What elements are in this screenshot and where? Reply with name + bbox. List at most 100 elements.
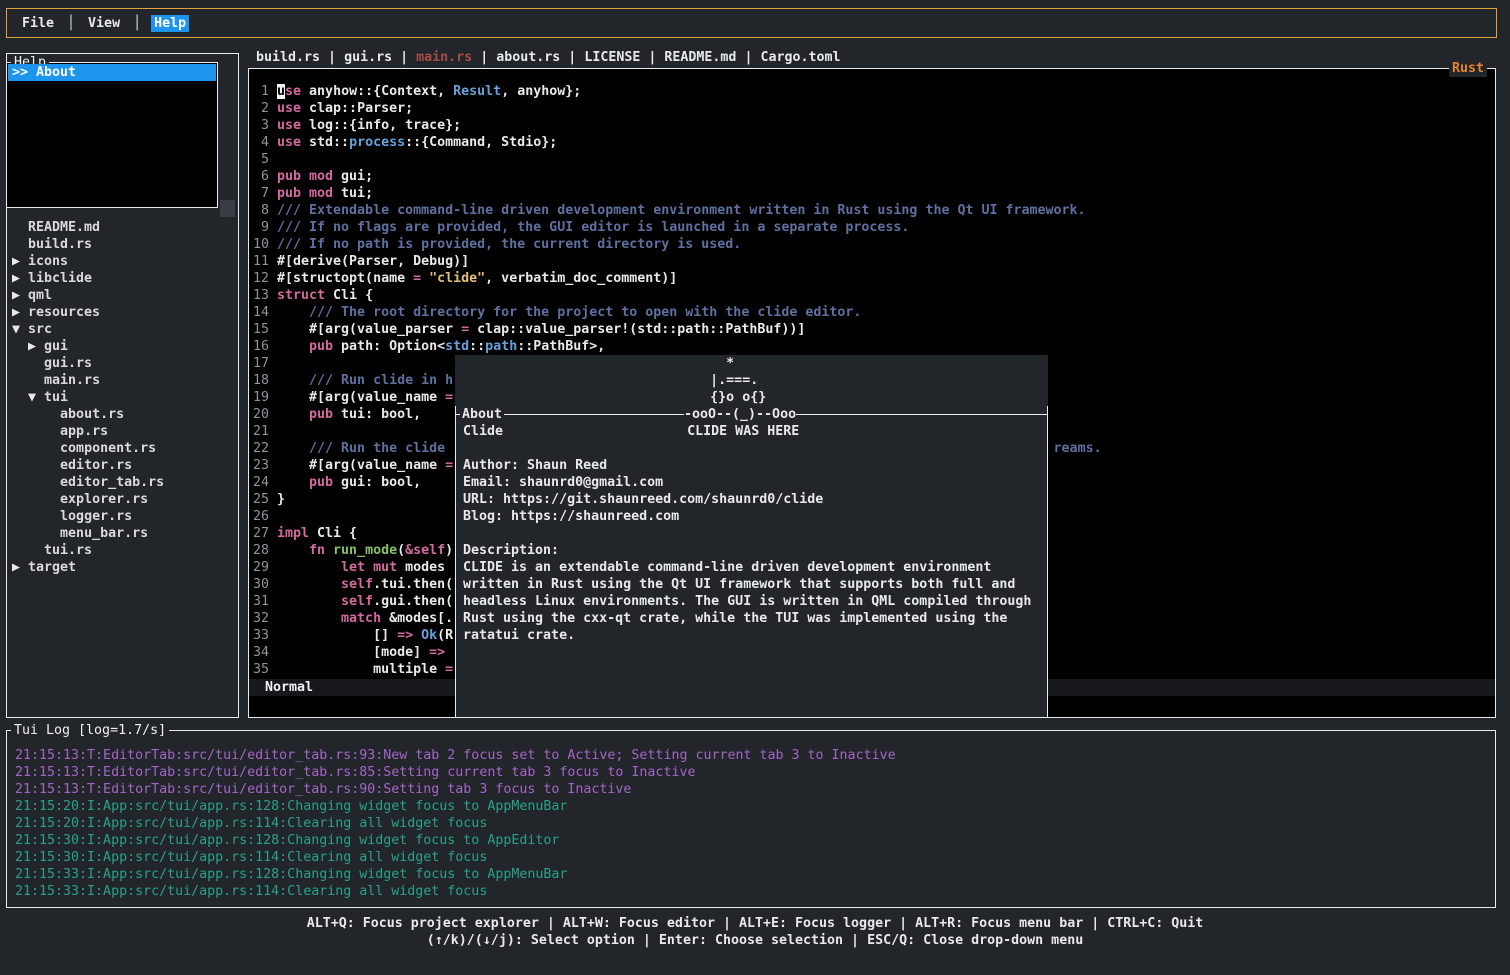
line-number: 17 [249, 355, 269, 372]
menu-item-file[interactable]: File [19, 15, 57, 32]
tree-indent [12, 407, 60, 422]
code-text: /// If no path is provided, the current … [277, 236, 741, 253]
tree-item-tui[interactable]: ▼ tui [7, 389, 238, 406]
code-line-1: 1use anyhow::{Context, Result, anyhow}; [249, 83, 1495, 100]
tree-indent [12, 492, 60, 507]
line-number: 16 [249, 338, 269, 355]
tab-README.md[interactable]: README.md [664, 50, 736, 65]
code-line-11: 11#[derive(Parser, Debug)] [249, 253, 1495, 270]
tree-item-gui[interactable]: ▶ gui [7, 338, 238, 355]
line-number: 4 [249, 134, 269, 151]
code-text: /// If no flags are provided, the GUI ed… [277, 219, 909, 236]
tree-item-build.rs[interactable]: build.rs [7, 236, 238, 253]
code-text: pub path: Option<std::path::PathBuf>, [277, 338, 605, 355]
code-text: match &modes[. [277, 610, 453, 627]
code-text: #[arg(value_name = [277, 457, 453, 474]
tree-item-label: icons [28, 254, 68, 269]
tree-item-explorer.rs[interactable]: explorer.rs [7, 491, 238, 508]
about-dialog-box: About -ooO--(_)--Ooo Clide CLIDE WAS HER… [455, 406, 1048, 718]
code-line-9: 9 /// If no flags are provided, the GUI e… [249, 219, 1495, 236]
code-text: #[structopt(name = "clide", verbatim_doc… [277, 270, 677, 287]
help-dropdown-menu: Help >> About [6, 62, 218, 208]
menu-item-about[interactable]: >> About [8, 64, 216, 81]
code-line-2: 2use clap::Parser; [249, 100, 1495, 117]
code-text: #[derive(Parser, Debug)] [277, 253, 469, 270]
tree-item-menu_bar.rs[interactable]: menu_bar.rs [7, 525, 238, 542]
tree-item-label: gui.rs [44, 356, 92, 371]
code-text: let mut modes [277, 559, 445, 576]
tab-build.rs[interactable]: build.rs [256, 50, 320, 65]
tree-item-editor_tab.rs[interactable]: editor_tab.rs [7, 474, 238, 491]
tree-item-about.rs[interactable]: about.rs [7, 406, 238, 423]
tree-item-logger.rs[interactable]: logger.rs [7, 508, 238, 525]
code-text: [] => Ok(R [277, 627, 453, 644]
tree-indent [12, 458, 60, 473]
code-text: self.tui.then( [277, 576, 453, 593]
tab-separator: | [320, 50, 344, 65]
tree-item-app.rs[interactable]: app.rs [7, 423, 238, 440]
keybar-line2: (↑/k)/(↓/j): Select option | Enter: Choo… [0, 932, 1510, 949]
code-line-6: 6pub mod gui; [249, 168, 1495, 185]
explorer-scrollbar-thumb[interactable] [220, 200, 235, 217]
ascii-art-hands: -ooO--(_)--Ooo [684, 406, 796, 423]
tree-indent [12, 424, 60, 439]
tree-item-label: qml [28, 288, 52, 303]
tree-item-icons[interactable]: ▶ icons [7, 253, 238, 270]
language-badge: Rust [1449, 60, 1487, 77]
tree-item-resources[interactable]: ▶ resources [7, 304, 238, 321]
code-line-14: 14 /// The root directory for the projec… [249, 304, 1495, 321]
chevron-right-icon: ▶ [12, 305, 28, 320]
tree-item-label: main.rs [44, 373, 100, 388]
tree-indent [12, 237, 28, 252]
tree-item-label: resources [28, 305, 100, 320]
chevron-right-icon: ▶ [12, 271, 28, 286]
code-text: pub gui: bool, [277, 474, 421, 491]
chevron-right-icon: ▶ [12, 254, 28, 269]
tree-item-label: target [28, 560, 76, 575]
line-number: 20 [249, 406, 269, 423]
tab-LICENSE[interactable]: LICENSE [584, 50, 640, 65]
tree-item-src[interactable]: ▼ src [7, 321, 238, 338]
tab-about.rs[interactable]: about.rs [496, 50, 560, 65]
menu-item-view[interactable]: View [85, 15, 123, 32]
tree-item-qml[interactable]: ▶ qml [7, 287, 238, 304]
tab-main.rs[interactable]: main.rs [416, 50, 472, 65]
tree-item-tui.rs[interactable]: tui.rs [7, 542, 238, 559]
tree-item-component.rs[interactable]: component.rs [7, 440, 238, 457]
code-text: /// Run clide in h [277, 372, 453, 389]
tree-item-libclide[interactable]: ▶ libclide [7, 270, 238, 287]
code-line-12: 12 #[structopt(name = "clide", verbatim_d… [249, 270, 1495, 287]
tree-indent [12, 509, 60, 524]
about-dialog-border: About -ooO--(_)--Ooo [456, 406, 1047, 423]
code-line-10: 10/// If no path is provided, the curren… [249, 236, 1495, 253]
code-text: use clap::Parser; [277, 100, 413, 117]
tree-item-README.md[interactable]: README.md [7, 219, 238, 236]
menu-item-help[interactable]: Help [151, 15, 189, 32]
line-number: 29 [249, 559, 269, 576]
line-number: 32 [249, 610, 269, 627]
tree-item-main.rs[interactable]: main.rs [7, 372, 238, 389]
tree-item-label: about.rs [60, 407, 124, 422]
tree-item-target[interactable]: ▶ target [7, 559, 238, 576]
tree-indent [12, 475, 60, 490]
line-number: 33 [249, 627, 269, 644]
editor-tab-bar: build.rs | gui.rs | main.rs | about.rs |… [256, 49, 841, 66]
tree-item-editor.rs[interactable]: editor.rs [7, 457, 238, 474]
code-text: #[arg(value_parser = clap::value_parser!… [277, 321, 805, 338]
tab-Cargo.toml[interactable]: Cargo.toml [760, 50, 840, 65]
tree-indent [12, 441, 60, 456]
line-number: 18 [249, 372, 269, 389]
line-number: 30 [249, 576, 269, 593]
line-number: 9 [249, 219, 269, 236]
code-text: /// The root directory for the project t… [277, 304, 861, 321]
tab-separator: | [392, 50, 416, 65]
code-text: fn run_mode(&self) [277, 542, 453, 559]
log-line: 21:15:33:I:App:src/tui/app.rs:114:Cleari… [15, 883, 1493, 900]
tab-gui.rs[interactable]: gui.rs [344, 50, 392, 65]
line-number: 23 [249, 457, 269, 474]
tree-item-gui.rs[interactable]: gui.rs [7, 355, 238, 372]
tree-item-label: app.rs [60, 424, 108, 439]
code-text: /// Extendable command-line driven devel… [277, 202, 1086, 219]
log-line: 21:15:33:I:App:src/tui/app.rs:128:Changi… [15, 866, 1493, 883]
line-number: 12 [249, 270, 269, 287]
